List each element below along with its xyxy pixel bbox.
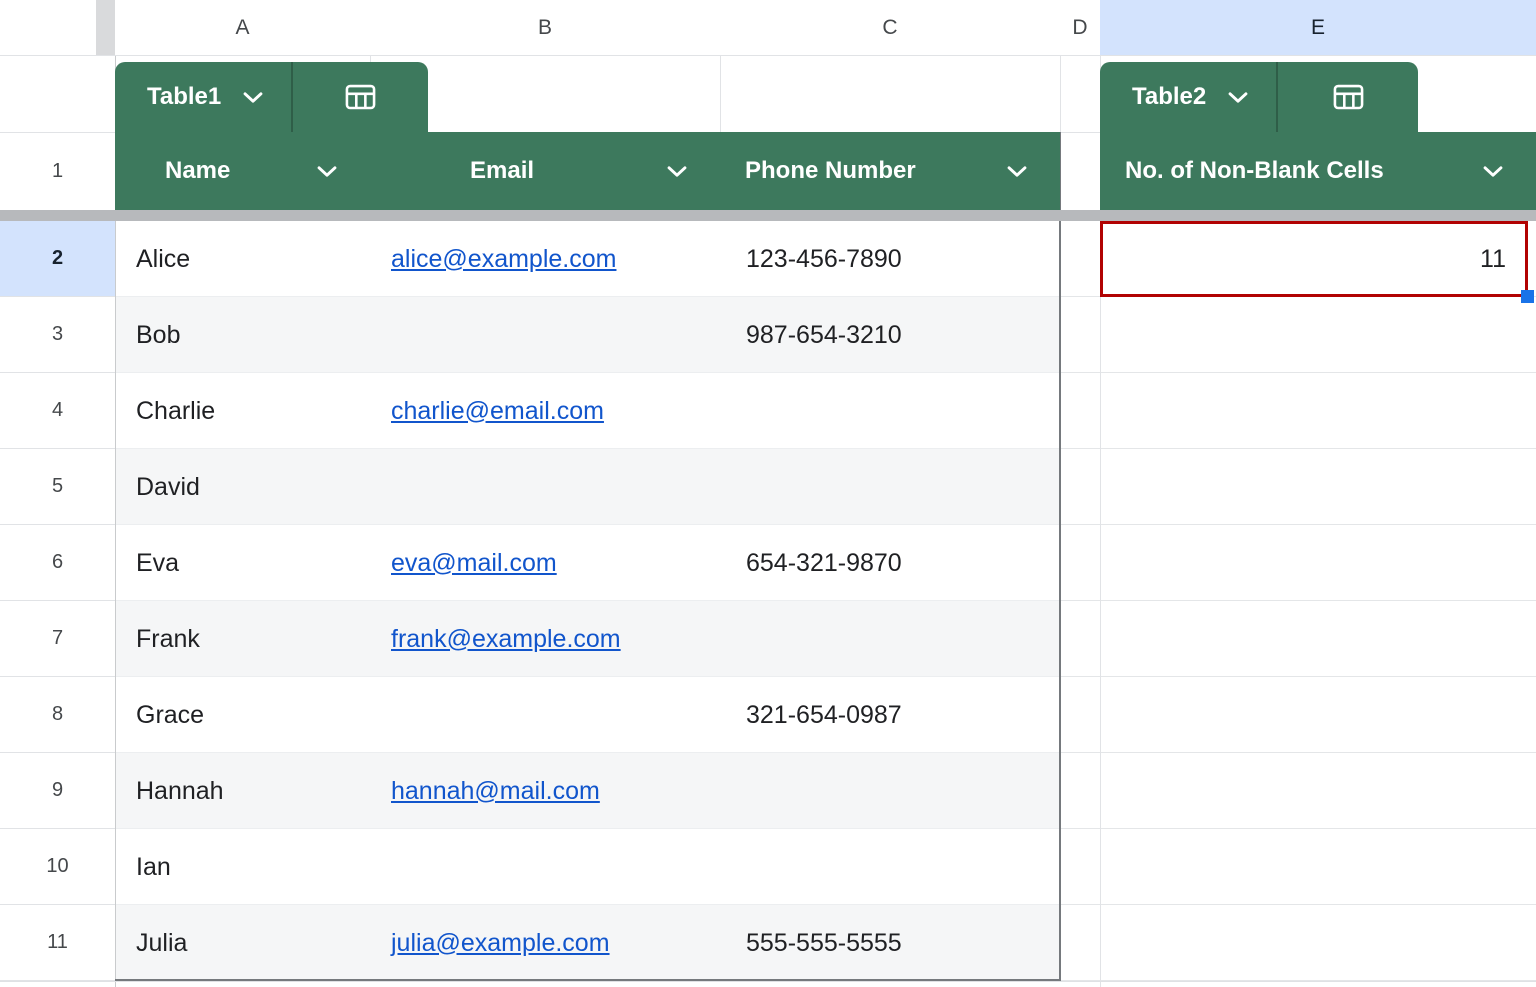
gridline: [1060, 132, 1100, 133]
cell-name-2[interactable]: Alice: [115, 221, 370, 297]
chevron-down-icon[interactable]: [243, 91, 263, 103]
header-label: Email: [470, 157, 535, 184]
cell-phone-8[interactable]: 321-654-0987: [720, 677, 1060, 753]
cell-phone-3[interactable]: 987-654-3210: [720, 297, 1060, 373]
cell-name-11[interactable]: Julia: [115, 905, 370, 981]
table-grid-icon: [345, 84, 376, 110]
chevron-down-icon[interactable]: [1007, 165, 1027, 177]
gridline: [1060, 448, 1536, 449]
table-grid-icon: [1333, 84, 1363, 110]
column-header-C[interactable]: C: [720, 0, 1060, 55]
gridline: [1060, 524, 1536, 525]
gridline: [1060, 676, 1536, 677]
select-all-corner[interactable]: [96, 0, 115, 55]
cell-email-4[interactable]: charlie@email.com: [370, 373, 720, 449]
header-label: Phone Number: [745, 157, 916, 184]
chevron-down-icon[interactable]: [1228, 91, 1248, 103]
email-link[interactable]: eva@mail.com: [391, 549, 557, 578]
column-header-E[interactable]: E: [1100, 0, 1536, 55]
gridline: [1060, 828, 1536, 829]
email-link[interactable]: charlie@email.com: [391, 397, 604, 426]
chevron-down-icon[interactable]: [1483, 165, 1503, 177]
column-header-A[interactable]: A: [115, 0, 370, 55]
table2-menu-button[interactable]: [1278, 62, 1418, 132]
cell-phone-6[interactable]: 654-321-9870: [720, 525, 1060, 601]
row-header-11[interactable]: 11: [0, 905, 115, 981]
chevron-down-icon[interactable]: [317, 165, 337, 177]
frozen-row-divider[interactable]: [0, 210, 1536, 221]
row-header-1[interactable]: 1: [0, 132, 115, 210]
cell-phone-11[interactable]: 555-555-5555: [720, 905, 1060, 981]
gridline: [1060, 904, 1536, 905]
cell-name-6[interactable]: Eva: [115, 525, 370, 601]
cell-phone-2[interactable]: 123-456-7890: [720, 221, 1060, 297]
table2-chip-label[interactable]: Table2: [1100, 62, 1276, 132]
chevron-down-icon[interactable]: [667, 165, 687, 177]
header-label: No. of Non-Blank Cells: [1125, 157, 1384, 184]
row-header-2[interactable]: 2: [0, 221, 115, 297]
table1-header-name[interactable]: Name: [115, 132, 370, 210]
chip-title: Table1: [147, 83, 222, 110]
header-label: Name: [165, 157, 231, 184]
table2-header-non-blank-cells[interactable]: No. of Non-Blank Cells: [1100, 132, 1536, 210]
gridline: [0, 981, 1536, 982]
cell-email-6[interactable]: eva@mail.com: [370, 525, 720, 601]
row-header-6[interactable]: 6: [0, 525, 115, 601]
gridline: [0, 55, 1536, 56]
cell-email-2[interactable]: alice@example.com: [370, 221, 720, 297]
table1-right-border: [1059, 132, 1061, 981]
gridline: [1060, 600, 1536, 601]
table1-header-phone-number[interactable]: Phone Number: [720, 132, 1060, 210]
row-header-5[interactable]: 5: [0, 449, 115, 525]
red-highlight-box: [1100, 221, 1528, 297]
table1-menu-button[interactable]: [293, 62, 428, 132]
spreadsheet: 2 Alice alice@example.com 123-456-7890 3 Bob 9…: [0, 0, 1536, 987]
cell-name-8[interactable]: Grace: [115, 677, 370, 753]
table2-chip[interactable]: Table2: [1100, 62, 1418, 132]
chip-title: Table2: [1132, 83, 1207, 110]
cell-name-7[interactable]: Frank: [115, 601, 370, 677]
row-header-10[interactable]: 10: [0, 829, 115, 905]
email-link[interactable]: julia@example.com: [391, 929, 610, 958]
email-link[interactable]: hannah@mail.com: [391, 777, 600, 806]
table1-bottom-border: [115, 979, 1061, 981]
cell-name-10[interactable]: Ian: [115, 829, 370, 905]
cell-email-7[interactable]: frank@example.com: [370, 601, 720, 677]
row-header-9[interactable]: 9: [0, 753, 115, 829]
cell-name-5[interactable]: David: [115, 449, 370, 525]
table1-chip[interactable]: Table1: [115, 62, 428, 132]
row-header-7[interactable]: 7: [0, 601, 115, 677]
row-header-4[interactable]: 4: [0, 373, 115, 449]
cell-email-9[interactable]: hannah@mail.com: [370, 753, 720, 829]
cell-name-4[interactable]: Charlie: [115, 373, 370, 449]
row-header-8[interactable]: 8: [0, 677, 115, 753]
column-header-B[interactable]: B: [370, 0, 720, 55]
email-link[interactable]: frank@example.com: [391, 625, 621, 654]
fill-handle[interactable]: [1521, 290, 1534, 303]
cell-name-3[interactable]: Bob: [115, 297, 370, 373]
gridline: [1060, 752, 1536, 753]
table1-chip-label[interactable]: Table1: [115, 62, 291, 132]
gridline: [1060, 372, 1536, 373]
row-header-3[interactable]: 3: [0, 297, 115, 373]
email-link[interactable]: alice@example.com: [391, 245, 616, 274]
table1-header-email[interactable]: Email: [370, 132, 720, 210]
column-header-D[interactable]: D: [1060, 0, 1100, 55]
cell-email-11[interactable]: julia@example.com: [370, 905, 720, 981]
cell-name-9[interactable]: Hannah: [115, 753, 370, 829]
